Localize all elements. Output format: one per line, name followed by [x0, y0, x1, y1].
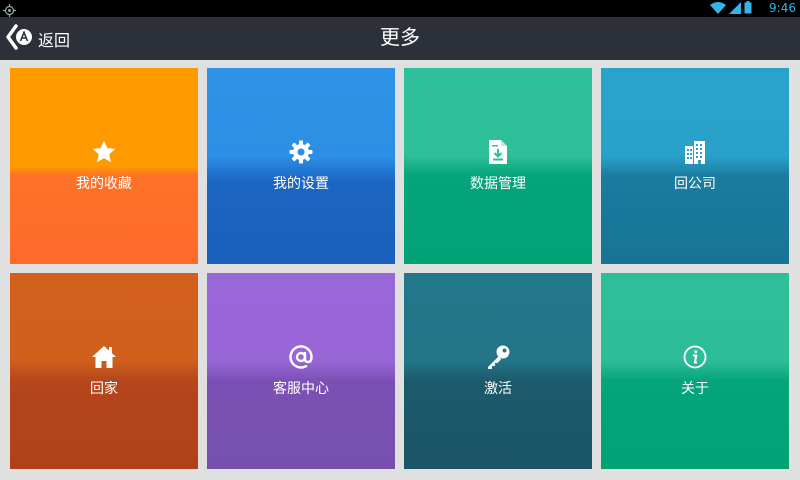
battery-icon: [744, 0, 752, 18]
gps-icon: [3, 2, 16, 17]
status-time: 9:46: [769, 1, 796, 15]
status-bar: 9:46: [0, 0, 800, 17]
key-icon: [485, 344, 511, 370]
tile-label: 关于: [681, 381, 709, 397]
tile-label: 客服中心: [273, 381, 329, 397]
back-label: 返回: [38, 30, 71, 50]
tile-settings[interactable]: 我的设置: [207, 68, 395, 264]
signal-icon: [729, 0, 741, 18]
tile-go-home[interactable]: 回家: [10, 273, 198, 469]
at-sign-icon: [288, 344, 314, 370]
tile-about[interactable]: 关于: [601, 273, 789, 469]
tile-label: 回公司: [674, 176, 716, 192]
page-title: 更多: [380, 25, 420, 49]
home-icon: [91, 344, 117, 370]
gear-icon: [288, 139, 314, 165]
tile-label: 数据管理: [470, 176, 526, 192]
tile-label: 我的收藏: [76, 176, 132, 192]
back-icon: [6, 23, 34, 54]
tile-go-to-company[interactable]: 回公司: [601, 68, 789, 264]
tile-label: 回家: [90, 381, 118, 397]
system-icons: [710, 0, 752, 18]
star-icon: [91, 139, 117, 165]
building-icon: [682, 139, 708, 165]
menu-grid: 我的收藏 我的设置 数据管理 回公司 回家 客服中心 激活 关于: [0, 60, 800, 480]
tile-activate[interactable]: 激活: [404, 273, 592, 469]
tile-label: 激活: [484, 381, 512, 397]
tile-data-management[interactable]: 数据管理: [404, 68, 592, 264]
tile-favorites[interactable]: 我的收藏: [10, 68, 198, 264]
wifi-icon: [710, 0, 726, 18]
title-bar: 返回 更多: [0, 17, 800, 60]
back-button[interactable]: 返回: [6, 23, 70, 54]
tile-customer-service[interactable]: 客服中心: [207, 273, 395, 469]
tile-label: 我的设置: [273, 176, 329, 192]
info-icon: [682, 344, 708, 370]
document-download-icon: [485, 139, 511, 165]
